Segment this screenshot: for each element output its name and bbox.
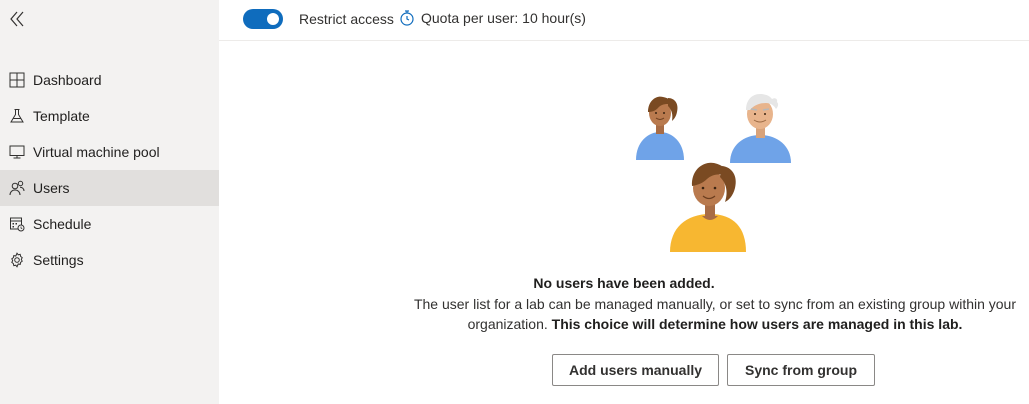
users-icon bbox=[8, 179, 26, 197]
command-bar: Restrict access Quota per user: 10 hour(… bbox=[219, 0, 1029, 41]
sidebar-item-label: Settings bbox=[33, 252, 84, 268]
empty-state-description-line2: organization. This choice will determine… bbox=[400, 314, 1029, 334]
description-bold-text: This choice will determine how users are… bbox=[551, 316, 963, 332]
double-chevron-left-icon[interactable] bbox=[8, 9, 30, 29]
sidebar-item-settings[interactable]: Settings bbox=[0, 242, 219, 278]
flask-icon bbox=[8, 107, 26, 125]
monitor-icon bbox=[8, 143, 26, 161]
calendar-icon bbox=[8, 215, 26, 233]
toggle-knob bbox=[267, 13, 279, 25]
description-plain-text: organization. bbox=[467, 316, 552, 332]
sidebar-item-label: Dashboard bbox=[33, 72, 102, 88]
restrict-access-toggle[interactable] bbox=[243, 9, 283, 29]
gear-icon bbox=[8, 251, 26, 269]
sidebar: Dashboard Template Virtual machine pool bbox=[0, 0, 219, 404]
sync-from-group-button[interactable]: Sync from group bbox=[727, 354, 875, 386]
woman-figure-icon bbox=[636, 96, 684, 160]
restrict-access-label: Restrict access bbox=[299, 11, 394, 27]
sidebar-item-label: Users bbox=[33, 180, 70, 196]
quota-button[interactable]: Quota per user: 10 hour(s) bbox=[399, 9, 586, 27]
sidebar-item-users[interactable]: Users bbox=[0, 170, 219, 206]
sidebar-item-dashboard[interactable]: Dashboard bbox=[0, 62, 219, 98]
sidebar-item-template[interactable]: Template bbox=[0, 98, 219, 134]
users-illustration bbox=[630, 88, 800, 256]
sidebar-item-virtual-machine-pool[interactable]: Virtual machine pool bbox=[0, 134, 219, 170]
quota-label: Quota per user: 10 hour(s) bbox=[421, 10, 586, 26]
stopwatch-icon bbox=[399, 9, 415, 27]
sidebar-item-label: Template bbox=[33, 108, 90, 124]
man-figure-icon bbox=[730, 94, 791, 163]
empty-state-description-line1: The user list for a lab can be managed m… bbox=[413, 296, 1017, 312]
dashboard-icon bbox=[8, 71, 26, 89]
sidebar-item-label: Virtual machine pool bbox=[33, 144, 160, 160]
empty-state-title: No users have been added. bbox=[533, 275, 715, 291]
empty-state-description: The user list for a lab can be managed m… bbox=[400, 294, 1029, 334]
sidebar-item-schedule[interactable]: Schedule bbox=[0, 206, 219, 242]
sidebar-nav: Dashboard Template Virtual machine pool bbox=[0, 62, 219, 278]
add-users-manually-button[interactable]: Add users manually bbox=[552, 354, 719, 386]
woman-figure-icon bbox=[670, 162, 746, 252]
sidebar-item-label: Schedule bbox=[33, 216, 92, 232]
